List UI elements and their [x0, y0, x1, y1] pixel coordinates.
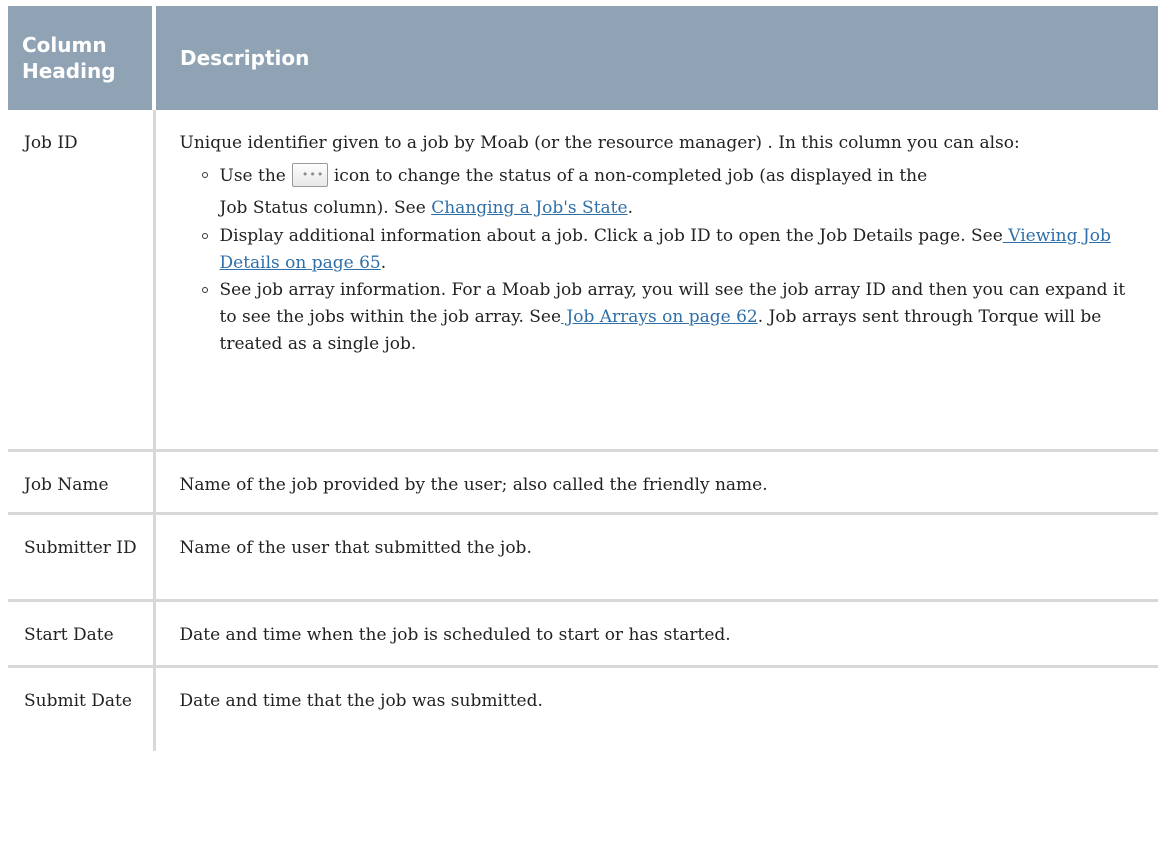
row-description-submit-date: Date and time that the job was submitted… — [179, 690, 543, 711]
list-item: Use the ••• icon to change the status of a… — [201, 157, 1147, 223]
hollow-bullet-icon — [201, 287, 208, 293]
ellipsis-glyph: ••• — [301, 167, 325, 181]
bullet-1-before-icon: Use the — [219, 166, 286, 186]
hollow-bullet-icon — [201, 172, 208, 178]
column-heading-header: Column Heading — [8, 6, 156, 110]
job-arrays-link[interactable]: Job Arrays on page 62 — [561, 307, 757, 327]
row-description-job-id: Unique identifier given to a job by Moab… — [154, 110, 1158, 450]
job-id-bullet-list: Use the ••• icon to change the status of a… — [180, 157, 1147, 358]
more-options-icon[interactable]: ••• — [291, 162, 328, 187]
bullet-1-line2: Job Status column). See — [219, 198, 426, 218]
bullet-2-after-link: . — [380, 253, 387, 273]
table-row: Start Date Date and time when the job is… — [8, 600, 1158, 666]
row-heading-start-date: Start Date — [8, 600, 156, 666]
row-heading-job-id: Job ID — [8, 110, 156, 450]
description-header: Description — [180, 46, 310, 70]
table-row: Submitter ID Name of the user that submi… — [8, 513, 1158, 600]
job-id-intro: Unique identifier given to a job by Moab… — [179, 133, 1020, 153]
bullet-1-after-link: . — [627, 198, 633, 218]
list-item: See job array information. For a Moab jo… — [201, 277, 1147, 358]
row-description-submitter-id: Name of the user that submitted the job. — [179, 537, 532, 558]
hollow-bullet-icon — [201, 233, 208, 239]
bullet-1-continuation: Job Status column). See Changing a Job's… — [220, 193, 1147, 223]
list-item: Display additional information about a j… — [201, 223, 1147, 277]
row-description-start-date: Date and time when the job is scheduled … — [179, 624, 731, 645]
bullet-2-text: Display additional information about a j… — [219, 226, 1003, 246]
bullet-1-after-icon: icon to change the status of a non-compl… — [333, 166, 928, 186]
table-row: Submit Date Date and time that the job w… — [8, 666, 1158, 751]
table-header-row: Column Heading Description — [8, 6, 1158, 110]
table-row: Job ID Unique identifier given to a job … — [8, 110, 1158, 450]
row-heading-submit-date: Submit Date — [8, 666, 156, 751]
row-description-job-name: Name of the job provided by the user; al… — [179, 474, 768, 495]
changing-job-state-link[interactable]: Changing a Job's State — [431, 198, 627, 218]
row-heading-submitter-id: Submitter ID — [8, 513, 156, 600]
table-row: Job Name Name of the job provided by the… — [8, 450, 1158, 513]
row-heading-job-name: Job Name — [8, 450, 156, 513]
column-description-table: Column Heading Description Job ID Unique… — [8, 6, 1158, 751]
